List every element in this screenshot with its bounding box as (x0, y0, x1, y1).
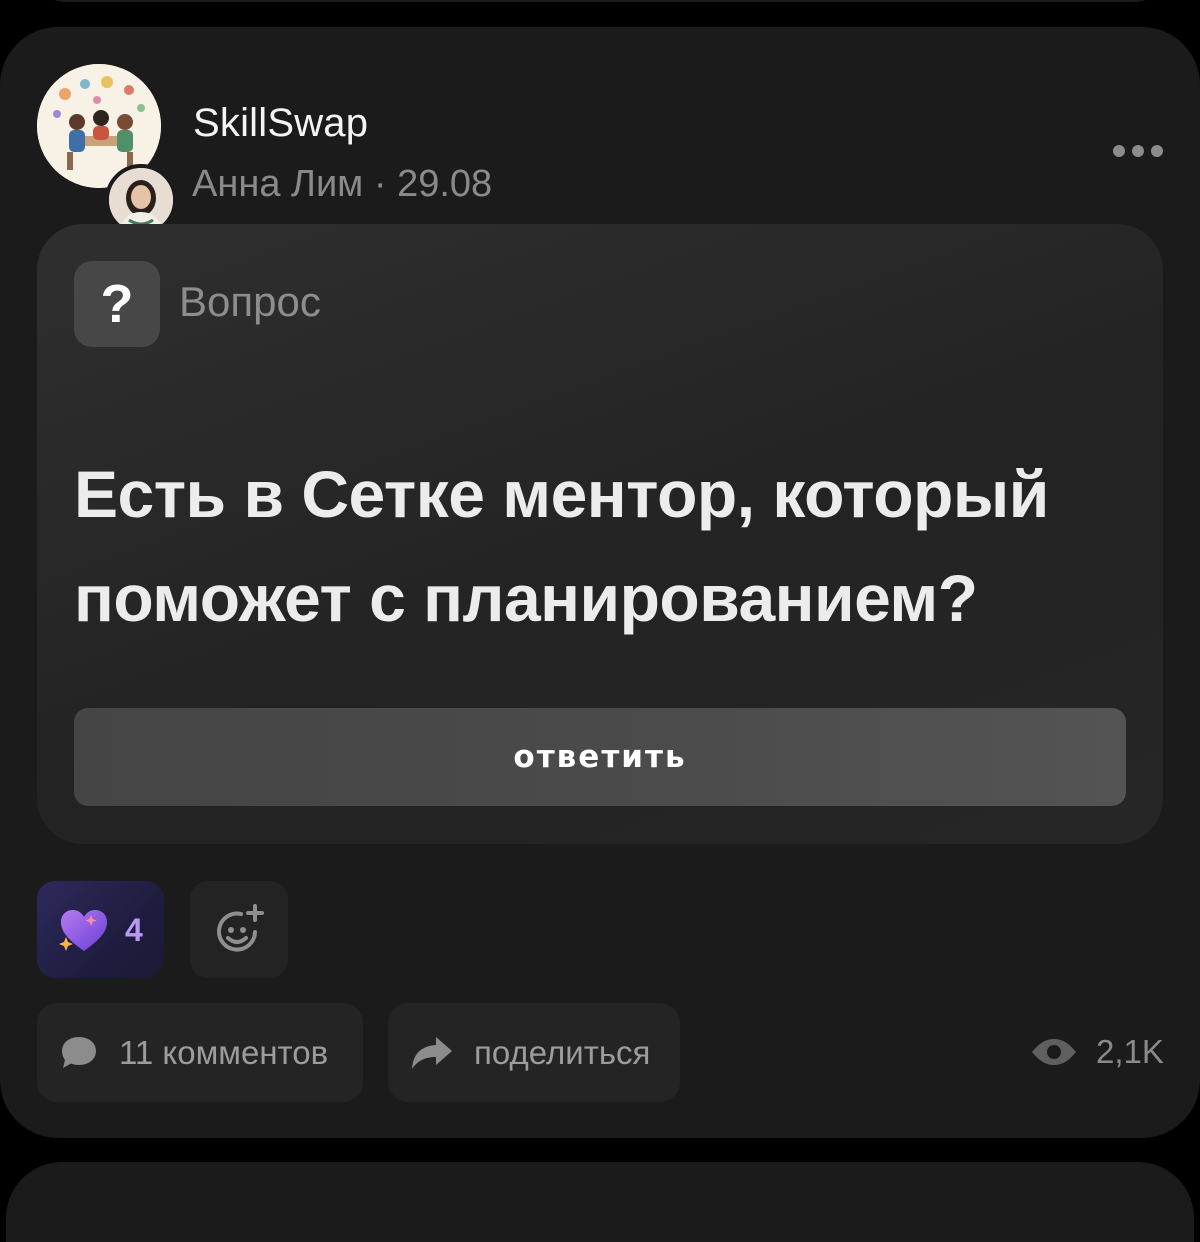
post-card: SkillSwap Анна Лим · 29.08 ? Вопрос Есть… (0, 27, 1200, 1138)
more-horizontal-icon (1113, 145, 1163, 157)
question-type-label: Вопрос (179, 278, 321, 325)
share-arrow-icon (410, 1035, 454, 1071)
comments-button[interactable]: 11 комментов (37, 1003, 363, 1102)
previous-post-card-edge (30, 0, 1170, 2)
next-post-card-edge (6, 1162, 1194, 1242)
heart-reaction-chip[interactable]: 4 (37, 881, 164, 978)
author-photo (109, 168, 173, 232)
eye-icon (1030, 1038, 1078, 1066)
share-label: поделиться (474, 1033, 651, 1071)
add-reaction-button[interactable] (190, 881, 288, 978)
author-avatar-group[interactable] (37, 64, 177, 236)
views-count: 2,1K (1096, 1033, 1164, 1070)
heart-reaction-count: 4 (125, 912, 143, 948)
comments-label: 11 комментов (119, 1033, 329, 1071)
question-badge-icon: ? (74, 261, 160, 347)
comment-bubble-icon (59, 1034, 99, 1072)
channel-name[interactable]: SkillSwap (193, 101, 368, 146)
views-counter: 2,1K (1030, 1033, 1164, 1071)
answer-button[interactable]: ответить (74, 708, 1126, 806)
sparkle-heart-icon (59, 910, 107, 951)
author-and-date: Анна Лим · 29.08 (192, 163, 493, 205)
question-card: ? Вопрос Есть в Сетке ментор, который по… (37, 224, 1163, 844)
add-reaction-icon (217, 903, 264, 952)
question-title: Есть в Сетке ментор, который поможет с п… (74, 457, 1049, 635)
share-button[interactable]: поделиться (388, 1003, 680, 1102)
more-options-button[interactable] (1104, 131, 1172, 171)
